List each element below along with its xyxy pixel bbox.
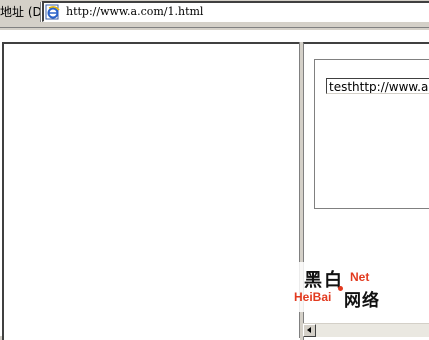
address-input[interactable]: http://www.a.com/1.html <box>42 1 429 22</box>
ie-page-icon <box>45 4 60 20</box>
scroll-left-arrow-icon[interactable] <box>303 324 316 337</box>
watermark-cn-bottom: 网络 <box>344 291 380 311</box>
group-box: testhttp://www.a.c <box>314 59 429 209</box>
watermark-heibai: HeiBai <box>294 290 332 304</box>
text-input[interactable]: testhttp://www.a.c <box>326 78 429 94</box>
address-toolbar: 地址 (D) http://www.a.com/1.html <box>0 0 429 28</box>
watermark-dot <box>338 286 343 291</box>
watermark-net: Net <box>350 270 370 284</box>
left-frame <box>2 42 301 340</box>
address-url: http://www.a.com/1.html <box>66 5 204 18</box>
watermark-logo: 黑白 Net HeiBai 网络 <box>290 262 390 312</box>
horizontal-scrollbar[interactable] <box>303 323 429 337</box>
